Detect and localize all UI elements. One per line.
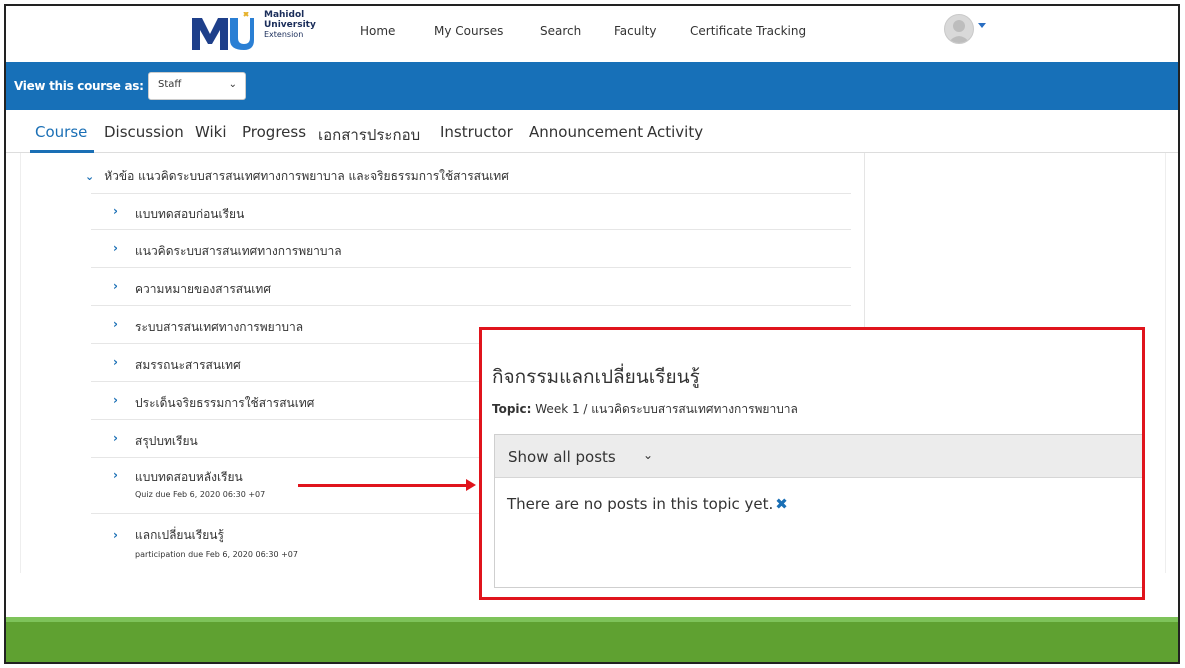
chevron-right-icon: › xyxy=(113,279,118,293)
tab-wiki[interactable]: Wiki xyxy=(195,123,227,141)
nav-my-courses[interactable]: My Courses xyxy=(434,24,503,38)
posts-filter[interactable]: Show all posts ⌄ xyxy=(495,435,1142,478)
chevron-right-icon: › xyxy=(113,355,118,369)
tab-discussion[interactable]: Discussion xyxy=(104,123,184,141)
view-as-select-value: Staff xyxy=(158,79,182,90)
mu-logo-mark xyxy=(192,12,254,50)
discussion-panel: กิจกรรมแลกเปลี่ยนเรียนรู้ Topic: Week 1 … xyxy=(479,327,1145,600)
logo-wordmark: Mahidol University Extension xyxy=(264,10,316,40)
tab-progress[interactable]: Progress xyxy=(242,123,306,141)
unit-due-date: participation due Feb 6, 2020 06:30 +07 xyxy=(135,550,298,559)
unit-title: สมรรถนะสารสนเทศ xyxy=(135,358,241,372)
empty-posts-text: There are no posts in this topic yet. xyxy=(507,495,774,513)
tab-activity[interactable]: Activity xyxy=(647,123,703,141)
view-as-bar: View this course as: Staff ⌄ xyxy=(6,62,1178,110)
unit-title: ประเด็นจริยธรรมการใช้สารสนเทศ xyxy=(135,396,315,410)
screen-frame: Mahidol University Extension Home My Cou… xyxy=(4,4,1180,664)
nav-certificate-tracking[interactable]: Certificate Tracking xyxy=(690,24,806,38)
section-title: หัวข้อ แนวคิดระบบสารสนเทศทางการพยาบาล แล… xyxy=(104,169,509,183)
posts-container: Show all posts ⌄ There are no posts in t… xyxy=(494,434,1142,588)
chevron-down-icon: ⌄ xyxy=(643,448,654,462)
chevron-right-icon: › xyxy=(113,528,118,542)
unit-title: แนวคิดระบบสารสนเทศทางการพยาบาล xyxy=(135,244,342,258)
tab-announcement[interactable]: Announcement xyxy=(529,123,643,141)
unit-title: สรุปบทเรียน xyxy=(135,434,198,448)
unit-title: แบบทดสอบหลังเรียน xyxy=(135,470,243,484)
view-as-select[interactable]: Staff ⌄ xyxy=(148,72,246,100)
nav-search[interactable]: Search xyxy=(540,24,581,38)
unit-row[interactable]: › แบบทดสอบก่อนเรียน xyxy=(91,193,851,230)
chevron-right-icon: › xyxy=(113,431,118,445)
chevron-right-icon: › xyxy=(113,204,118,218)
unit-title: ความหมายของสารสนเทศ xyxy=(135,282,271,296)
avatar-icon xyxy=(948,20,970,43)
unit-row[interactable]: › ความหมายของสารสนเทศ xyxy=(91,267,851,306)
tab-instructor[interactable]: Instructor xyxy=(440,123,513,141)
top-header: Mahidol University Extension Home My Cou… xyxy=(6,6,1178,62)
annotation-arrow-head xyxy=(466,479,476,491)
logo-text-mahidol: Mahidol xyxy=(264,10,305,20)
unit-title: แบบทดสอบก่อนเรียน xyxy=(135,207,245,221)
discussion-title: กิจกรรมแลกเปลี่ยนเรียนรู้ xyxy=(492,366,700,388)
mu-logo[interactable]: Mahidol University Extension xyxy=(190,8,330,54)
topic-label: Topic: xyxy=(492,402,532,416)
chevron-right-icon: › xyxy=(113,393,118,407)
chevron-right-icon: › xyxy=(113,468,118,482)
nav-faculty[interactable]: Faculty xyxy=(614,24,657,38)
close-icon[interactable]: ✖ xyxy=(775,495,788,513)
section-header[interactable]: ⌄ หัวข้อ แนวคิดระบบสารสนเทศทางการพยาบาล แ… xyxy=(85,167,509,186)
topic-value: Week 1 / แนวคิดระบบสารสนเทศทางการพยาบาล xyxy=(531,402,798,416)
view-as-label: View this course as: xyxy=(14,79,144,93)
user-avatar[interactable] xyxy=(944,14,974,44)
discussion-topic: Topic: Week 1 / แนวคิดระบบสารสนเทศทางการ… xyxy=(492,400,798,419)
logo-text-extension: Extension xyxy=(264,30,304,39)
unit-due-date: Quiz due Feb 6, 2020 06:30 +07 xyxy=(135,490,266,499)
chevron-down-icon: ⌄ xyxy=(228,79,237,90)
unit-row[interactable]: › แนวคิดระบบสารสนเทศทางการพยาบาล xyxy=(91,229,851,268)
tab-documents[interactable]: เอกสารประกอบ xyxy=(318,123,420,147)
footer-bar xyxy=(6,622,1178,662)
posts-filter-label: Show all posts xyxy=(508,448,616,466)
unit-title: แลกเปลี่ยนเรียนรู้ xyxy=(135,528,224,542)
unit-title: ระบบสารสนเทศทางการพยาบาล xyxy=(135,320,304,334)
chevron-right-icon: › xyxy=(113,241,118,255)
caret-down-icon[interactable] xyxy=(978,23,986,28)
chevron-right-icon: › xyxy=(113,317,118,331)
course-tabs: Course Discussion Wiki Progress เอกสารปร… xyxy=(6,110,1178,153)
tab-course[interactable]: Course xyxy=(35,123,87,141)
logo-text-university: University xyxy=(264,20,316,30)
nav-home[interactable]: Home xyxy=(360,24,395,38)
empty-posts-message: There are no posts in this topic yet. ✖ xyxy=(507,495,788,513)
annotation-arrow-line xyxy=(298,484,468,487)
chevron-down-icon: ⌄ xyxy=(85,170,95,183)
